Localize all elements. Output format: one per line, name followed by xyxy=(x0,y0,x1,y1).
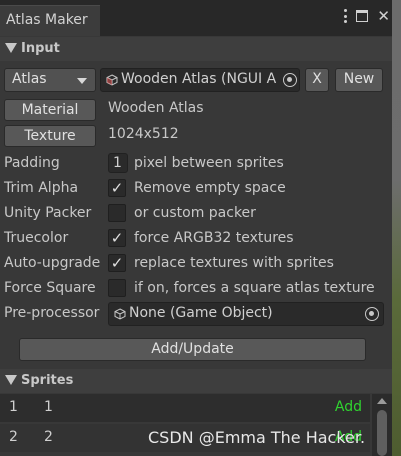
input-section-header[interactable]: Input xyxy=(0,37,392,61)
close-icon[interactable]: ✕ xyxy=(377,9,390,24)
force-square-label: Force Square xyxy=(4,280,96,296)
atlas-type-dropdown[interactable]: Atlas xyxy=(4,68,96,92)
preprocessor-field[interactable]: None (Game Object) xyxy=(108,302,384,326)
padding-value: 1 xyxy=(113,155,122,171)
atlas-object-value: Wooden Atlas (NGUI A xyxy=(121,71,277,87)
material-button[interactable]: Material xyxy=(4,99,96,121)
texture-value: 1024x512 xyxy=(108,126,179,142)
cube-icon xyxy=(106,74,118,86)
texture-button[interactable]: Texture xyxy=(4,125,96,147)
padding-description: pixel between sprites xyxy=(134,155,284,171)
padding-label: Padding xyxy=(4,155,60,171)
sprites-section-title: Sprites xyxy=(21,373,74,388)
unity-packer-description: or custom packer xyxy=(134,205,256,221)
collapse-triangle-icon[interactable] xyxy=(5,375,17,385)
preprocessor-label: Pre-processor xyxy=(4,305,100,321)
force-square-description: if on, forces a square atlas texture xyxy=(134,280,375,296)
cube-icon xyxy=(114,308,126,320)
watermark-text: CSDN @Emma The Hacker. xyxy=(148,428,366,447)
checkmark-icon: ✓ xyxy=(110,179,124,197)
input-section-title: Input xyxy=(21,41,60,56)
more-options-icon[interactable] xyxy=(343,9,347,23)
truecolor-label: Truecolor xyxy=(4,230,69,246)
sprites-scrollbar[interactable] xyxy=(372,394,392,456)
maximize-icon[interactable] xyxy=(356,10,369,22)
window-tab[interactable]: Atlas Maker xyxy=(0,5,100,36)
window-title: Atlas Maker xyxy=(6,12,88,28)
scroll-up-icon[interactable] xyxy=(377,398,387,404)
auto-upgrade-description: replace textures with sprites xyxy=(134,255,334,271)
truecolor-checkbox[interactable]: ✓ xyxy=(108,229,126,247)
checkmark-icon: ✓ xyxy=(110,229,124,247)
sprite-index: 1 xyxy=(9,399,18,415)
scroll-thumb[interactable] xyxy=(377,410,387,456)
trim-alpha-checkbox[interactable]: ✓ xyxy=(108,179,126,197)
trim-alpha-label: Trim Alpha xyxy=(4,180,79,196)
atlas-object-field[interactable]: Wooden Atlas (NGUI A xyxy=(100,68,300,92)
window-controls: ✕ xyxy=(343,9,390,24)
auto-upgrade-checkbox[interactable]: ✓ xyxy=(108,254,126,272)
trim-alpha-description: Remove empty space xyxy=(134,180,286,196)
clear-atlas-button[interactable]: X xyxy=(305,68,329,92)
title-bar: Atlas Maker ✕ xyxy=(0,0,392,36)
sprite-name: 1 xyxy=(44,399,53,415)
force-square-checkbox[interactable] xyxy=(108,279,126,297)
padding-input[interactable]: 1 xyxy=(108,153,128,173)
sprite-index: 2 xyxy=(9,429,18,445)
unity-packer-checkbox[interactable] xyxy=(108,204,126,222)
scene-view-edge xyxy=(392,0,401,456)
add-update-button[interactable]: Add/Update xyxy=(19,338,366,361)
unity-packer-label: Unity Packer xyxy=(4,205,92,221)
atlas-maker-window: Atlas Maker ✕ Input Atlas Wooden Atlas (… xyxy=(0,0,392,456)
object-picker-icon[interactable] xyxy=(283,73,297,87)
chevron-down-icon xyxy=(77,78,87,84)
collapse-triangle-icon[interactable] xyxy=(5,43,17,53)
sprite-name: 2 xyxy=(44,429,53,445)
atlas-type-value: Atlas xyxy=(12,71,47,87)
sprite-add-button[interactable]: Add xyxy=(335,399,362,415)
material-value: Wooden Atlas xyxy=(108,100,204,116)
sprites-section-header[interactable]: Sprites xyxy=(0,369,392,393)
checkmark-icon: ✓ xyxy=(110,254,124,272)
auto-upgrade-label: Auto-upgrade xyxy=(4,255,101,271)
sprite-row: 1 1 Add xyxy=(0,394,370,422)
preprocessor-value: None (Game Object) xyxy=(129,305,273,321)
new-atlas-button[interactable]: New xyxy=(335,68,383,92)
truecolor-description: force ARGB32 textures xyxy=(134,230,294,246)
object-picker-icon[interactable] xyxy=(365,307,379,321)
